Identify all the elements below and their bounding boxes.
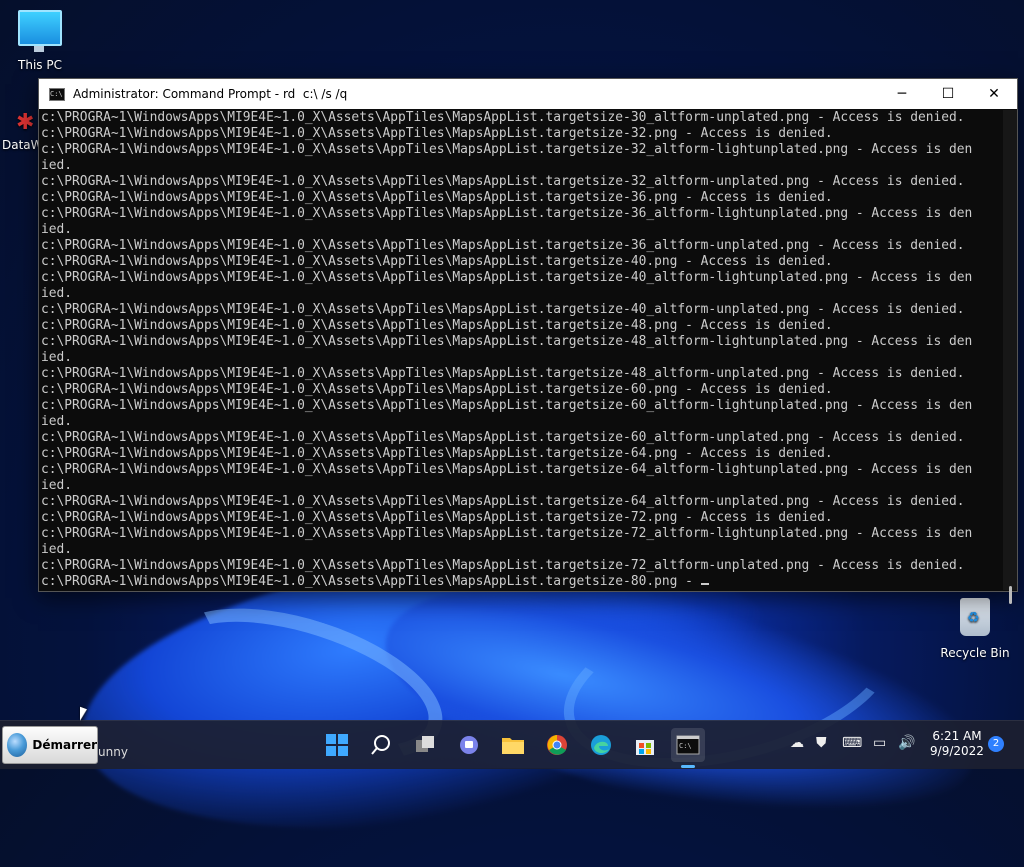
task-view-icon[interactable] xyxy=(408,728,442,762)
scrollbar[interactable] xyxy=(1003,110,1017,604)
console-line: c:\PROGRA~1\WindowsApps\MI9E4E~1.0_X\Ass… xyxy=(41,334,973,349)
chrome-icon[interactable] xyxy=(540,728,574,762)
console-line: c:\PROGRA~1\WindowsApps\MI9E4E~1.0_X\Ass… xyxy=(41,398,973,413)
clock-time: 6:21 AM xyxy=(932,729,982,743)
console-line: c:\PROGRA~1\WindowsApps\MI9E4E~1.0_X\Ass… xyxy=(41,174,965,189)
text-cursor xyxy=(700,583,709,585)
console-line: c:\PROGRA~1\WindowsApps\MI9E4E~1.0_X\Ass… xyxy=(41,190,833,205)
recycle-bin-icon: ♻ xyxy=(960,598,990,636)
console-line: c:\PROGRA~1\WindowsApps\MI9E4E~1.0_X\Ass… xyxy=(41,510,833,525)
console-line: ied. xyxy=(41,350,73,365)
desktop-icon-recycle-bin[interactable]: ♻ Recycle Bin xyxy=(935,598,1015,660)
console-line: c:\PROGRA~1\WindowsApps\MI9E4E~1.0_X\Ass… xyxy=(41,494,965,509)
window-titlebar[interactable]: C:\ Administrator: Command Prompt - rd c… xyxy=(39,79,1017,109)
window-title: Administrator: Command Prompt - rd c:\ /… xyxy=(73,87,348,101)
console-line: c:\PROGRA~1\WindowsApps\MI9E4E~1.0_X\Ass… xyxy=(41,142,973,157)
console-line: c:\PROGRA~1\WindowsApps\MI9E4E~1.0_X\Ass… xyxy=(41,526,973,541)
network-off-icon[interactable]: ☁ xyxy=(790,735,804,751)
svg-text:C:\: C:\ xyxy=(679,742,692,750)
teams-chat-icon[interactable] xyxy=(452,728,486,762)
cmd-icon: C:\ xyxy=(49,87,65,101)
console-line: c:\PROGRA~1\WindowsApps\MI9E4E~1.0_X\Ass… xyxy=(41,430,965,445)
console-line: c:\PROGRA~1\WindowsApps\MI9E4E~1.0_X\Ass… xyxy=(41,270,973,285)
console-output[interactable]: c:\PROGRA~1\WindowsApps\MI9E4E~1.0_X\Ass… xyxy=(41,110,1001,588)
desktop-icon-this-pc[interactable]: This PC xyxy=(0,10,80,72)
console-line: c:\PROGRA~1\WindowsApps\MI9E4E~1.0_X\Ass… xyxy=(41,126,833,141)
console-line: c:\PROGRA~1\WindowsApps\MI9E4E~1.0_X\Ass… xyxy=(41,110,965,125)
weather-label[interactable]: unny xyxy=(98,745,128,759)
system-clock[interactable]: 6:21 AM 9/9/2022 xyxy=(926,729,988,759)
monitor-icon xyxy=(18,10,62,52)
start-orb-icon xyxy=(7,733,28,757)
windows-start-icon[interactable] xyxy=(320,728,354,762)
file-explorer-icon[interactable] xyxy=(496,728,530,762)
start-button[interactable]: Démarrer xyxy=(2,726,98,764)
console-line: c:\PROGRA~1\WindowsApps\MI9E4E~1.0_X\Ass… xyxy=(41,318,833,333)
desktop-icon-data[interactable]: ✱ DataW xyxy=(2,108,43,152)
console-line: c:\PROGRA~1\WindowsApps\MI9E4E~1.0_X\Ass… xyxy=(41,558,965,573)
volume-icon[interactable]: 🔊 xyxy=(898,735,915,751)
console-line: c:\PROGRA~1\WindowsApps\MI9E4E~1.0_X\Ass… xyxy=(41,302,965,317)
console-line: ied. xyxy=(41,542,73,557)
clock-date: 9/9/2022 xyxy=(930,744,984,758)
desktop-icon-label: Recycle Bin xyxy=(940,646,1010,660)
console-line: ied. xyxy=(41,158,73,173)
console-line: ied. xyxy=(41,222,73,237)
console-line: c:\PROGRA~1\WindowsApps\MI9E4E~1.0_X\Ass… xyxy=(41,206,973,221)
edge-icon[interactable] xyxy=(584,728,618,762)
scrollbar-thumb[interactable] xyxy=(1009,586,1012,604)
close-button[interactable]: ✕ xyxy=(971,79,1017,109)
keyboard-icon[interactable]: ⌨ xyxy=(842,735,862,751)
maximize-button[interactable]: ☐ xyxy=(925,79,971,109)
console-line: ied. xyxy=(41,414,73,429)
console-line: c:\PROGRA~1\WindowsApps\MI9E4E~1.0_X\Ass… xyxy=(41,446,833,461)
start-label: Démarrer xyxy=(32,738,97,752)
minimize-button[interactable]: ─ xyxy=(879,79,925,109)
taskbar: Démarrer unny C:\ ☁ ⛊ ⌨ ▭ 🔊 6:21 AM 9/9/… xyxy=(0,720,1024,769)
security-shield-icon[interactable]: ⛊ xyxy=(816,735,827,751)
display-icon[interactable]: ▭ xyxy=(873,735,886,751)
console-line: c:\PROGRA~1\WindowsApps\MI9E4E~1.0_X\Ass… xyxy=(41,366,965,381)
desktop-icon-label: This PC xyxy=(18,58,62,72)
console-line: c:\PROGRA~1\WindowsApps\MI9E4E~1.0_X\Ass… xyxy=(41,462,973,477)
console-line: c:\PROGRA~1\WindowsApps\MI9E4E~1.0_X\Ass… xyxy=(41,254,833,269)
store-icon[interactable] xyxy=(628,728,662,762)
console-line: c:\PROGRA~1\WindowsApps\MI9E4E~1.0_X\Ass… xyxy=(41,382,833,397)
desktop-icon-label: DataW xyxy=(2,138,43,152)
search-icon[interactable] xyxy=(364,728,398,762)
terminal-icon[interactable]: C:\ xyxy=(671,728,705,762)
notification-badge[interactable]: 2 xyxy=(988,736,1004,752)
mouse-pointer-icon xyxy=(80,706,87,724)
console-line: c:\PROGRA~1\WindowsApps\MI9E4E~1.0_X\Ass… xyxy=(41,574,1001,588)
console-line: ied. xyxy=(41,286,73,301)
command-prompt-window[interactable]: C:\ Administrator: Command Prompt - rd c… xyxy=(38,78,1018,604)
console-line: ied. xyxy=(41,478,73,493)
console-line: c:\PROGRA~1\WindowsApps\MI9E4E~1.0_X\Ass… xyxy=(41,238,965,253)
